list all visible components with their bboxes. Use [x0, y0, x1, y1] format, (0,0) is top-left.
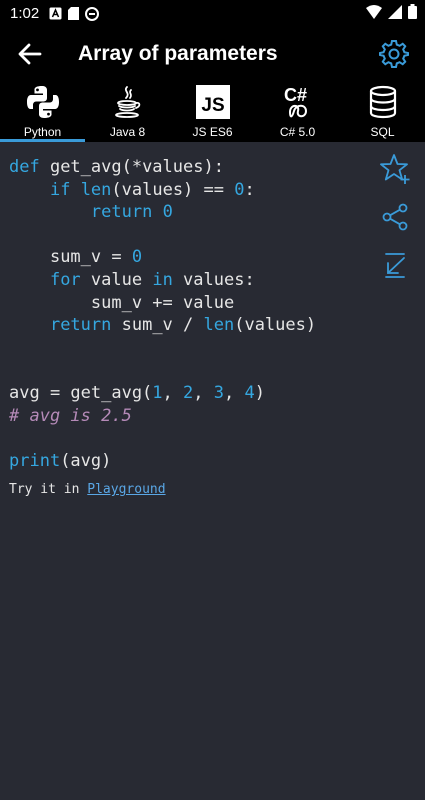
playground-link[interactable]: Playground — [87, 482, 165, 497]
tab-label: JS ES6 — [192, 125, 233, 139]
tab-label: C# 5.0 — [279, 125, 316, 139]
code-line: print(avg) — [9, 450, 112, 471]
code-line: avg = get_avg(1, 2, 3, 4) — [9, 382, 265, 403]
code-line: return 0 — [90, 202, 173, 223]
code-line: for value in values: — [49, 269, 255, 290]
star-add-icon[interactable] — [379, 153, 411, 185]
tab-label: SQL — [370, 125, 395, 139]
tab-python[interactable]: Python — [0, 81, 85, 142]
status-bar: 1:02 — [0, 0, 425, 27]
tab-label: Java 8 — [109, 125, 146, 139]
code-comment: # avg is 2.5 — [9, 405, 132, 426]
tab-label: Python — [23, 125, 62, 139]
code-line: sum_v += value — [90, 292, 235, 313]
js-logo-icon: JS — [195, 84, 231, 120]
gear-icon[interactable] — [379, 39, 409, 69]
svg-text:JS: JS — [201, 95, 224, 116]
share-icon[interactable] — [379, 201, 411, 233]
back-arrow-icon[interactable] — [16, 40, 44, 68]
code-view: def get_avg(*values): if len(values) == … — [0, 142, 425, 800]
status-time: 1:02 — [10, 5, 40, 22]
tab-js[interactable]: JS JS ES6 — [170, 81, 255, 142]
tab-java[interactable]: Java 8 — [85, 81, 170, 142]
code-line: return sum_v / len(values) — [49, 315, 317, 336]
download-icon[interactable] — [379, 249, 411, 281]
tab-csharp[interactable]: C# C# 5.0 — [255, 81, 340, 142]
battery-icon — [408, 4, 417, 19]
database-icon — [365, 84, 401, 120]
signal-icon — [388, 4, 402, 19]
app-bar: Array of parameters — [0, 27, 425, 81]
page-title: Array of parameters — [78, 42, 278, 65]
side-actions — [379, 153, 411, 281]
code-line: sum_v = 0 — [49, 247, 143, 268]
tab-sql[interactable]: SQL — [340, 81, 425, 142]
try-it-prefix: Try it in — [9, 482, 88, 497]
code-line: def get_avg(*values): — [9, 157, 224, 177]
java-logo-icon — [110, 84, 146, 120]
csharp-logo-icon: C# — [280, 84, 316, 120]
system-icons — [366, 4, 417, 19]
sd-card-icon — [68, 7, 80, 20]
notification-icons — [49, 6, 100, 21]
try-it-text: Try it in Playground — [9, 482, 166, 497]
code-block: def get_avg(*values): if len(values) == … — [9, 156, 316, 472]
vpn-icon — [85, 6, 100, 21]
notification-a-icon — [49, 7, 62, 20]
code-line: if len(values) == 0: — [49, 179, 255, 200]
svg-text:C#: C# — [284, 85, 307, 105]
wifi-icon — [366, 4, 382, 19]
language-tabs: Python Java 8 JS JS ES6 C# C# 5.0 SQL — [0, 81, 425, 142]
python-logo-icon — [25, 84, 61, 120]
